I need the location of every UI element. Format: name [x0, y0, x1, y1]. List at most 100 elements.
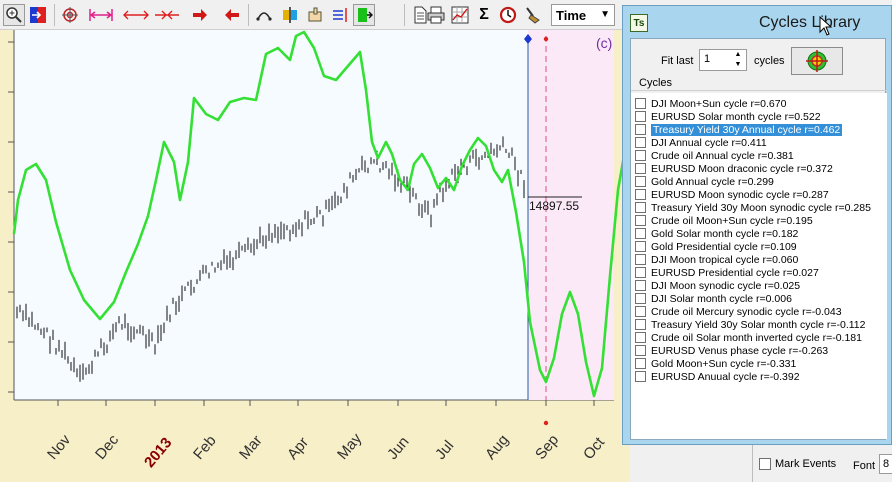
chart-grid-icon[interactable] [450, 5, 470, 25]
fit-width-icon[interactable] [88, 5, 114, 25]
cycle-checkbox[interactable] [635, 111, 646, 122]
cycle-list-item[interactable]: DJI Moon+Sun cycle r=0.670 [635, 97, 885, 110]
cycles-library-dialog: Ts Cycles Library Fit last 1 ▲ ▼ cycles C… [622, 5, 892, 445]
cycle-checkbox[interactable] [635, 345, 646, 356]
cycle-label: Treasury Yield 30y Annual cycle r=0.462 [651, 123, 843, 136]
chevron-down-icon: ▼ [600, 9, 610, 20]
cycle-list-item[interactable]: Gold Annual cycle r=0.299 [635, 175, 885, 188]
expand-horizontal-icon[interactable] [122, 5, 150, 25]
cycle-checkbox[interactable] [635, 371, 646, 382]
cycle-checkbox[interactable] [635, 124, 646, 135]
compress-horizontal-icon[interactable] [154, 5, 180, 25]
cycle-checkbox[interactable] [635, 306, 646, 317]
fit-last-stepper[interactable]: ▲ ▼ [731, 50, 745, 70]
price-label: 14897.55 [529, 199, 579, 213]
cycle-list-item[interactable]: Gold Presidential cycle r=0.109 [635, 240, 885, 253]
cycle-list-item[interactable]: Treasury Yield 30y Moon synodic cycle r=… [635, 201, 885, 214]
dialog-title: Cycles Library [759, 14, 861, 31]
cycle-label: DJI Moon tropical cycle r=0.060 [651, 253, 799, 266]
cycle-checkbox[interactable] [635, 163, 646, 174]
sigma-icon[interactable]: Σ [474, 5, 494, 25]
projection-marker-bottom [543, 420, 549, 426]
cycle-checkbox[interactable] [635, 189, 646, 200]
cycle-checkbox[interactable] [635, 176, 646, 187]
cycle-label: Gold Presidential cycle r=0.109 [651, 240, 797, 253]
app-logo-icon: Ts [630, 14, 648, 32]
chart-area[interactable]: 14897.55 (c) Nov Dec 2013 Feb Mar Apr May Jun Ju… [0, 30, 630, 482]
side-panel: Mark Events Font 8 [752, 440, 892, 482]
cycle-checkbox[interactable] [635, 319, 646, 330]
cycle-list-item[interactable]: Crude oil Annual cycle r=0.381 [635, 149, 885, 162]
cycle-checkbox[interactable] [635, 267, 646, 278]
dialog-title-bar[interactable]: Ts Cycles Library [623, 6, 892, 38]
cycle-list-item[interactable]: Gold Solar month cycle r=0.182 [635, 227, 885, 240]
dialog-body: Fit last 1 ▲ ▼ cycles Cycles DJI Moon+Sun… [630, 38, 887, 440]
cycle-checkbox[interactable] [635, 137, 646, 148]
cycle-list-item[interactable]: EURUSD Moon draconic cycle r=0.372 [635, 162, 885, 175]
fit-cycles-button[interactable] [791, 47, 843, 75]
cycle-label: Crude oil Moon+Sun cycle r=0.195 [651, 214, 813, 227]
cycle-checkbox[interactable] [635, 332, 646, 343]
cycle-label: EURUSD Presidential cycle r=0.027 [651, 266, 819, 279]
cycle-checkbox[interactable] [635, 293, 646, 304]
cycle-list-item[interactable]: EURUSD Presidential cycle r=0.027 [635, 266, 885, 279]
clock-arrow-icon[interactable] [498, 5, 518, 25]
cycles-list[interactable]: DJI Moon+Sun cycle r=0.670 EURUSD Solar m… [631, 93, 887, 439]
hand-pointer-icon[interactable] [306, 5, 326, 25]
color-swap-icon[interactable] [28, 5, 48, 25]
cycle-list-item[interactable]: Treasury Yield 30y Solar month cycle r=-… [635, 318, 885, 331]
cycle-label: EURUSD Moon synodic cycle r=0.287 [651, 188, 829, 201]
cycle-label: EURUSD Solar month cycle r=0.522 [651, 110, 821, 123]
crosshair-target-icon [806, 50, 828, 72]
cycle-chart[interactable]: 14897.55 (c) [0, 30, 630, 482]
mark-events-label: Mark Events [775, 458, 837, 470]
cycle-checkbox[interactable] [635, 241, 646, 252]
cycle-list-item[interactable]: DJI Annual cycle r=0.411 [635, 136, 885, 149]
cycle-label: DJI Moon synodic cycle r=0.025 [651, 279, 801, 292]
cycle-list-item[interactable]: EURUSD Anuual cycle r=-0.392 [635, 370, 885, 383]
cycle-label: Crude oil Solar month inverted cycle r=-… [651, 331, 862, 344]
cycle-checkbox[interactable] [635, 254, 646, 265]
cycle-checkbox[interactable] [635, 215, 646, 226]
cycle-checkbox[interactable] [635, 98, 646, 109]
mark-events-checkbox[interactable]: Mark Events [759, 458, 836, 470]
green-marker-icon[interactable] [353, 4, 375, 26]
cycle-list-item[interactable]: Crude oil Mercury synodic cycle r=-0.043 [635, 305, 885, 318]
cycle-list-item[interactable]: Crude oil Moon+Sun cycle r=0.195 [635, 214, 885, 227]
cycle-checkbox[interactable] [635, 150, 646, 161]
cycle-list-item[interactable]: EURUSD Solar month cycle r=0.522 [635, 110, 885, 123]
cycle-list-item[interactable]: DJI Moon tropical cycle r=0.060 [635, 253, 885, 266]
cycle-label: Gold Solar month cycle r=0.182 [651, 227, 799, 240]
x-ticks [57, 400, 595, 406]
cycle-label: Gold Moon+Sun cycle r=-0.331 [651, 357, 797, 370]
arc-icon[interactable] [254, 5, 274, 25]
cycle-checkbox[interactable] [635, 202, 646, 213]
broom-icon[interactable] [522, 5, 542, 25]
cycle-list-item[interactable]: DJI Moon synodic cycle r=0.025 [635, 279, 885, 292]
print-icon[interactable] [426, 5, 446, 25]
arrow-right-icon[interactable] [190, 5, 210, 25]
fit-last-label: Fit last [661, 55, 694, 67]
arrow-left-icon[interactable] [222, 5, 242, 25]
cycle-checkbox[interactable] [635, 358, 646, 369]
target-icon[interactable] [60, 5, 80, 25]
cycle-checkbox[interactable] [635, 228, 646, 239]
cycle-list-item[interactable]: EURUSD Venus phase cycle r=-0.263 [635, 344, 885, 357]
time-select-value: Time [556, 7, 587, 23]
cycle-list-item[interactable]: Treasury Yield 30y Annual cycle r=0.462 [635, 123, 885, 136]
align-bars-icon[interactable] [330, 5, 350, 25]
cycle-list-item[interactable]: Gold Moon+Sun cycle r=-0.331 [635, 357, 885, 370]
cycle-label: EURUSD Anuual cycle r=-0.392 [651, 370, 800, 383]
zoom-icon[interactable] [3, 4, 25, 26]
vertical-split-icon[interactable] [280, 5, 300, 25]
cycle-checkbox[interactable] [635, 280, 646, 291]
mark-events-box[interactable] [759, 458, 771, 470]
cycle-list-item[interactable]: Crude oil Solar month inverted cycle r=-… [635, 331, 885, 344]
cycle-list-item[interactable]: EURUSD Moon synodic cycle r=0.287 [635, 188, 885, 201]
cycles-label: cycles [754, 55, 785, 67]
projection-marker-top [543, 36, 549, 42]
cycle-label: DJI Moon+Sun cycle r=0.670 [651, 97, 787, 110]
font-size-input[interactable]: 8 [879, 454, 892, 474]
time-select[interactable]: Time ▼ [551, 4, 615, 26]
cycle-list-item[interactable]: DJI Solar month cycle r=0.006 [635, 292, 885, 305]
